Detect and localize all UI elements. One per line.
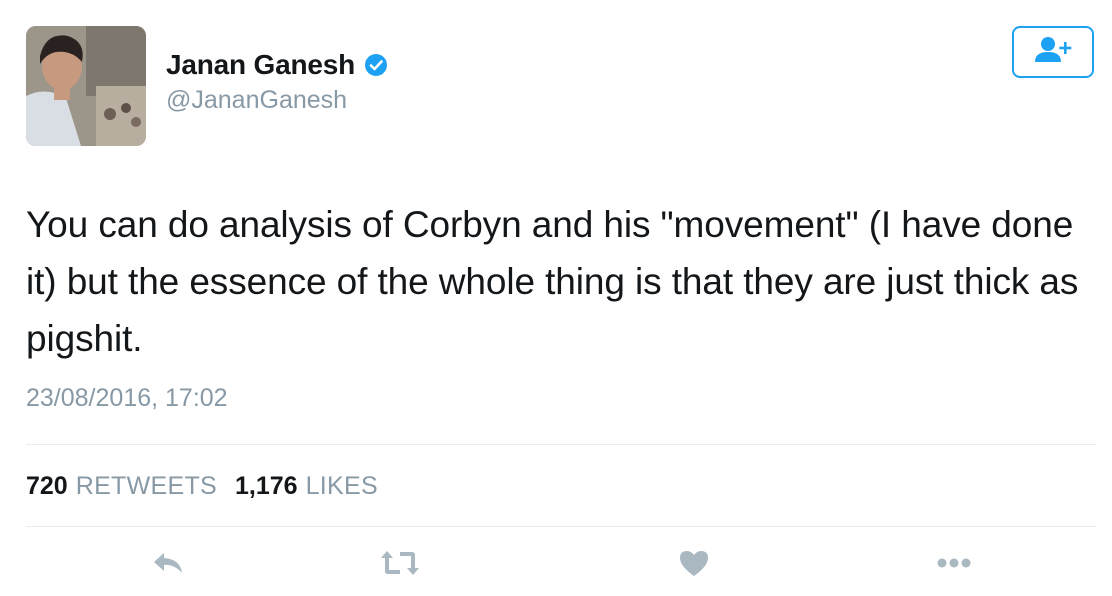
retweet-icon [380,549,420,582]
tweet-card: Janan Ganesh @JananGanesh You can do ana… [0,0,1112,596]
verified-badge-icon [363,52,389,78]
tweet-timestamp[interactable]: 23/08/2016, 17:02 [26,384,228,413]
add-user-icon [1031,34,1075,71]
reply-button[interactable] [146,548,190,582]
tweet-text: You can do analysis of Corbyn and his "m… [26,204,1079,359]
like-button[interactable] [672,548,716,582]
more-button[interactable] [932,548,976,582]
avatar[interactable] [26,26,146,146]
more-icon [936,556,972,574]
follow-button[interactable] [1012,26,1094,78]
retweets-count[interactable]: 720 [26,472,68,501]
author-display-name[interactable]: Janan Ganesh [166,49,355,81]
tweet-stats: 720 RETWEETS 1,176 LIKES [26,472,396,501]
author-info: Janan Ganesh @JananGanesh [166,48,389,115]
reply-icon [152,549,184,582]
divider [26,526,1096,527]
author-handle[interactable]: @JananGanesh [166,86,389,115]
avatar-photo [26,26,146,146]
divider [26,444,1096,445]
retweets-label[interactable]: RETWEETS [76,472,217,501]
heart-icon [678,549,710,582]
likes-count[interactable]: 1,176 [235,472,298,501]
retweet-button[interactable] [378,548,422,582]
likes-label[interactable]: LIKES [306,472,378,501]
